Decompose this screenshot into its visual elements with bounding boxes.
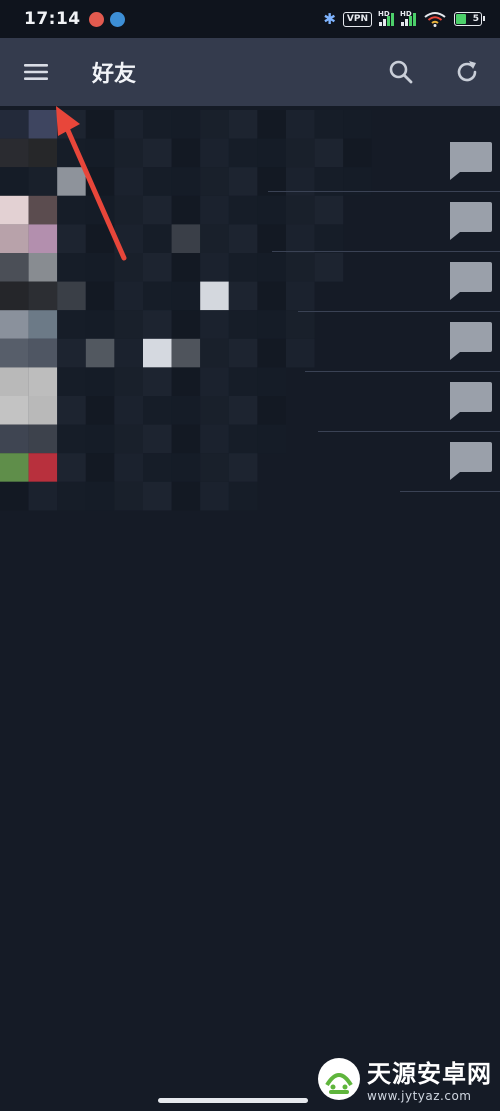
chat-bubble-icon — [450, 142, 492, 180]
send-message-button[interactable] — [446, 380, 494, 422]
send-message-button[interactable] — [446, 260, 494, 302]
friend-row[interactable] — [0, 432, 500, 492]
page-title: 好友 — [92, 62, 137, 87]
home-indicator[interactable] — [158, 1098, 308, 1103]
send-message-button[interactable] — [446, 200, 494, 242]
search-icon — [389, 60, 413, 84]
app-notification-icon — [109, 11, 125, 27]
watermark-logo-icon — [318, 1057, 360, 1100]
friend-row[interactable] — [0, 252, 500, 312]
app-bar: 好友 — [0, 38, 500, 106]
chat-bubble-icon — [450, 322, 492, 360]
hamburger-menu-icon — [24, 64, 48, 80]
cellular-signal-icon: HD — [378, 10, 394, 26]
friend-row[interactable] — [0, 132, 500, 192]
watermark-url: www.jytyaz.com — [367, 1089, 472, 1103]
status-time: 17:14 — [24, 9, 81, 29]
send-message-button[interactable] — [446, 320, 494, 362]
friend-row[interactable] — [0, 192, 500, 252]
cellular-signal-icon-2: HD — [400, 10, 416, 26]
row-divider — [400, 491, 500, 492]
site-watermark: 天源安卓网 www.jytyaz.com — [317, 1054, 492, 1103]
chat-bubble-icon — [450, 202, 492, 240]
friend-row[interactable] — [0, 312, 500, 372]
vpn-badge: VPN — [342, 11, 372, 27]
chat-bubble-icon — [450, 382, 492, 420]
chat-bubble-icon — [450, 442, 492, 480]
friend-row[interactable] — [0, 372, 500, 432]
alarm-app-icon — [88, 11, 104, 27]
wifi-icon — [423, 11, 447, 27]
status-system-icons: ✱ VPN HD HD 5 — [323, 10, 485, 28]
battery-level: 5 — [472, 14, 479, 24]
menu-button[interactable] — [0, 38, 72, 106]
status-notification-icons — [88, 11, 125, 27]
refresh-button[interactable] — [434, 38, 500, 106]
refresh-icon — [457, 61, 477, 82]
bluetooth-icon: ✱ — [323, 10, 336, 28]
send-message-button[interactable] — [446, 440, 494, 482]
friend-list — [0, 106, 500, 516]
status-bar: 17:14 ✱ VPN HD HD 5 — [0, 0, 500, 38]
battery-icon: 5 — [454, 12, 485, 26]
send-message-button[interactable] — [446, 140, 494, 182]
chat-bubble-icon — [450, 262, 492, 300]
watermark-name: 天源安卓网 — [367, 1060, 492, 1088]
search-button[interactable] — [368, 38, 434, 106]
